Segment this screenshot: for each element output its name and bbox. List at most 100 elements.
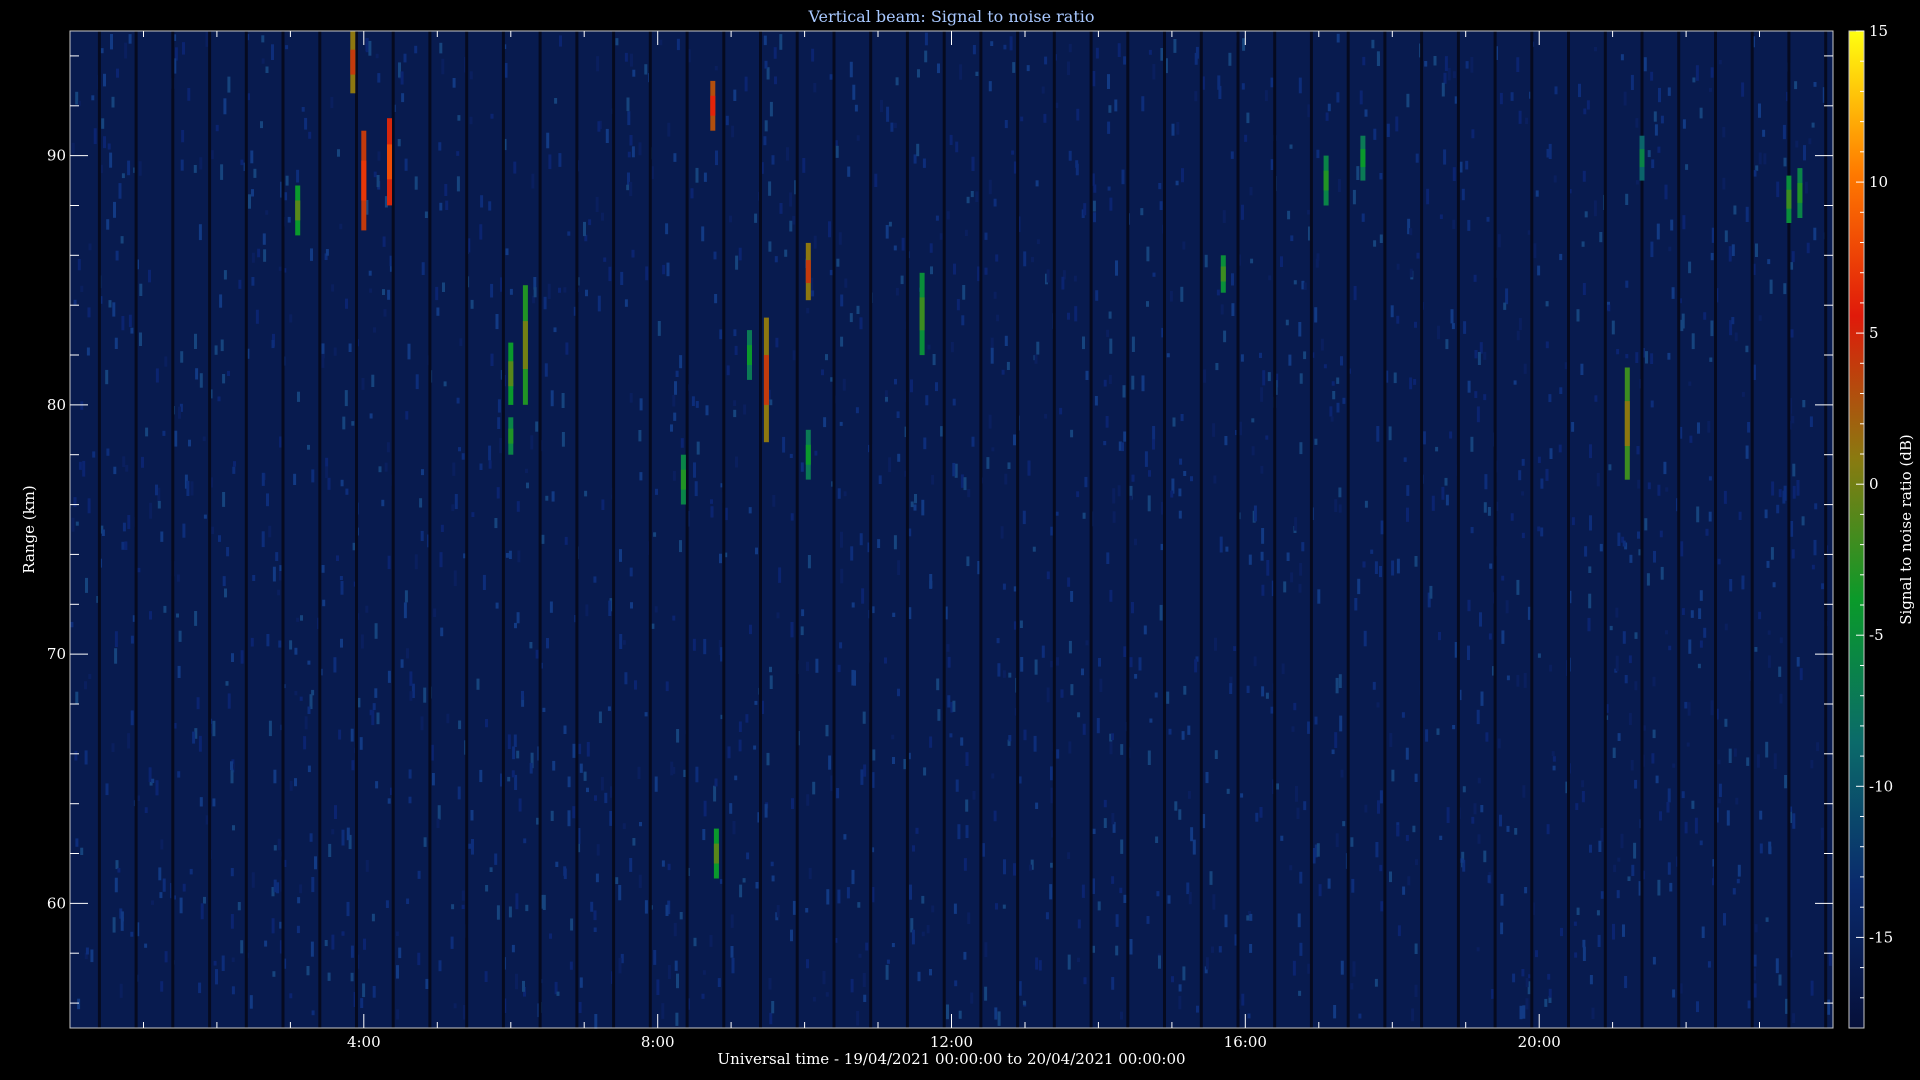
noise-speck <box>1487 507 1491 516</box>
noise-speck <box>179 897 183 914</box>
noise-speck <box>1379 790 1383 804</box>
noise-speck <box>149 611 152 620</box>
noise-speck <box>935 215 939 221</box>
noise-speck <box>1608 464 1612 471</box>
gap-stripe <box>1236 31 1240 1028</box>
noise-speck <box>769 101 773 117</box>
noise-speck <box>1147 750 1151 765</box>
noise-speck <box>230 761 233 771</box>
noise-speck <box>1710 700 1714 716</box>
noise-speck <box>755 882 759 889</box>
noise-speck <box>372 703 376 711</box>
noise-speck <box>862 711 866 724</box>
noise-speck <box>1506 825 1510 832</box>
noise-speck <box>733 400 737 406</box>
noise-speck <box>1587 617 1591 632</box>
noise-speck <box>1717 759 1721 765</box>
noise-speck <box>325 466 329 479</box>
noise-speck <box>673 153 677 162</box>
noise-speck <box>936 678 940 691</box>
noise-speck <box>387 670 391 683</box>
noise-speck <box>1799 668 1803 681</box>
noise-speck <box>1222 210 1226 223</box>
noise-speck <box>1470 527 1474 534</box>
noise-speck <box>1527 230 1531 235</box>
noise-speck <box>990 347 994 364</box>
noise-speck <box>1218 85 1222 99</box>
noise-speck <box>90 949 94 963</box>
noise-speck <box>1709 87 1712 92</box>
noise-speck <box>1667 862 1671 875</box>
noise-speck <box>188 439 191 447</box>
noise-speck <box>331 934 335 950</box>
noise-speck <box>596 844 600 856</box>
noise-speck <box>118 183 122 199</box>
noise-speck <box>1035 802 1039 809</box>
noise-speck <box>1155 836 1159 843</box>
noise-speck <box>92 451 96 458</box>
noise-speck <box>779 34 783 50</box>
noise-speck <box>371 913 375 922</box>
noise-speck <box>383 309 387 317</box>
noise-speck <box>1179 458 1183 465</box>
noise-speck <box>1325 112 1329 121</box>
noise-speck <box>195 368 199 380</box>
noise-speck <box>964 229 968 236</box>
noise-speck <box>1314 716 1318 725</box>
noise-speck <box>552 760 556 771</box>
noise-speck <box>1426 188 1430 205</box>
noise-speck <box>1149 718 1153 723</box>
noise-speck <box>1483 850 1487 863</box>
noise-speck <box>250 150 254 164</box>
gap-stripe <box>1346 31 1350 1028</box>
gap-stripe <box>1273 31 1277 1028</box>
noise-speck <box>1627 876 1631 881</box>
noise-speck <box>858 953 862 958</box>
noise-speck <box>127 515 131 530</box>
noise-speck <box>1552 756 1556 762</box>
noise-speck <box>122 456 126 467</box>
noise-speck <box>1187 725 1191 735</box>
gap-stripe <box>1383 31 1387 1028</box>
noise-speck <box>1629 554 1633 563</box>
noise-speck <box>821 369 824 376</box>
noise-speck <box>1006 361 1010 370</box>
noise-speck <box>469 116 473 125</box>
noise-speck <box>471 512 475 517</box>
noise-speck <box>381 499 385 507</box>
noise-speck <box>1270 77 1274 88</box>
noise-speck <box>1397 925 1401 937</box>
noise-speck <box>1537 456 1541 463</box>
noise-speck <box>130 931 134 937</box>
noise-speck <box>1804 181 1808 194</box>
noise-speck <box>1050 660 1054 668</box>
noise-speck <box>1379 173 1383 180</box>
noise-speck <box>644 64 648 75</box>
noise-speck <box>558 287 561 293</box>
noise-speck <box>1796 480 1800 496</box>
noise-speck <box>1363 630 1367 647</box>
noise-speck <box>1684 701 1688 709</box>
noise-speck <box>1099 678 1103 692</box>
noise-speck <box>299 884 303 894</box>
noise-speck <box>420 530 424 541</box>
noise-speck <box>637 766 641 779</box>
noise-speck <box>439 202 443 211</box>
noise-speck <box>586 742 590 757</box>
noise-speck <box>763 35 767 46</box>
noise-speck <box>829 74 833 80</box>
noise-speck <box>160 839 164 850</box>
noise-speck <box>1356 166 1360 180</box>
noise-speck <box>1264 90 1268 102</box>
noise-speck <box>916 143 920 157</box>
noise-speck <box>1219 536 1223 553</box>
noise-speck <box>1616 890 1620 899</box>
noise-speck <box>1371 39 1375 49</box>
noise-speck <box>1628 655 1632 664</box>
noise-speck <box>1147 495 1151 512</box>
noise-speck <box>419 498 423 508</box>
noise-speck <box>1765 917 1769 922</box>
noise-speck <box>921 499 925 516</box>
noise-speck <box>1357 578 1361 595</box>
noise-speck <box>972 791 976 800</box>
